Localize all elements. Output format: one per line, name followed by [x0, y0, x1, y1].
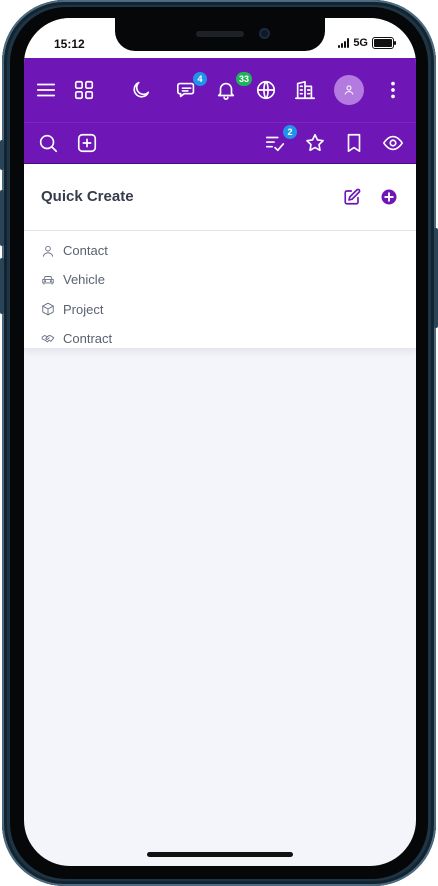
user-icon	[42, 245, 54, 257]
quick-create-item-vehicle[interactable]: Vehicle	[24, 265, 416, 294]
battery-icon	[372, 37, 396, 49]
building-icon	[295, 80, 315, 100]
mute-switch	[0, 140, 4, 170]
screen: 15:12 5G 4 33 2 Quick Create Contact Veh…	[24, 18, 416, 866]
favorites-button[interactable]	[299, 127, 331, 159]
quick-create-item-contact[interactable]: Contact	[24, 236, 416, 265]
eye-icon	[383, 135, 403, 151]
status-indicators: 5G	[338, 37, 396, 49]
front-camera	[259, 28, 270, 39]
checklist-icon	[265, 136, 285, 152]
notifications-button[interactable]: 33	[210, 72, 252, 106]
speaker	[196, 31, 244, 37]
tasks-badge: 2	[283, 125, 297, 139]
menu-item-label: Vehicle	[63, 272, 105, 288]
moon-icon	[133, 81, 150, 98]
menu-item-label: Project	[63, 301, 104, 317]
menu-icon	[36, 83, 56, 97]
language-button[interactable]	[250, 74, 282, 106]
user-icon	[344, 85, 354, 95]
top-app-bar: 4 33	[24, 58, 416, 122]
handshake-icon	[41, 334, 55, 342]
bell-icon	[217, 82, 235, 100]
battery-level	[374, 39, 392, 47]
status-time: 15:12	[54, 37, 85, 51]
more-vertical-icon	[391, 81, 395, 99]
menu-item-label: Contact	[63, 243, 108, 259]
tasks-button[interactable]: 2	[259, 125, 297, 159]
network-type: 5G	[353, 37, 368, 49]
quick-create-item-project[interactable]: Project	[24, 295, 416, 324]
watch-button[interactable]	[377, 127, 409, 159]
home-indicator[interactable]	[147, 852, 293, 857]
quick-create-list: Contact Vehicle Project Contract	[24, 231, 416, 353]
add-quick-create-button[interactable]	[378, 186, 400, 208]
user-avatar-button[interactable]	[334, 75, 364, 105]
more-options-button[interactable]	[377, 74, 409, 106]
signal-icon	[338, 38, 350, 48]
globe-icon	[256, 80, 276, 100]
menu-item-label: Contract	[63, 331, 113, 347]
cube-icon	[42, 302, 54, 316]
quick-create-item-contract[interactable]: Contract	[24, 324, 416, 353]
theme-toggle-button[interactable]	[125, 74, 157, 106]
quick-create-header: Quick Create	[24, 164, 416, 231]
plus-circle-icon	[381, 189, 397, 205]
quick-create-panel: Quick Create Contact Vehicle Project Con…	[24, 164, 416, 348]
apps-button[interactable]	[68, 74, 100, 106]
volume-up-button	[0, 190, 4, 246]
car-icon	[42, 275, 54, 285]
power-button	[434, 228, 438, 328]
menu-button[interactable]	[30, 74, 62, 106]
search-button[interactable]	[32, 127, 64, 159]
volume-down-button	[0, 258, 4, 314]
bookmark-icon	[347, 133, 361, 153]
edit-quick-create-button[interactable]	[341, 186, 363, 208]
quick-create-button[interactable]	[71, 127, 103, 159]
secondary-toolbar: 2	[24, 122, 416, 165]
apps-grid-icon	[74, 80, 94, 100]
bookmarks-button[interactable]	[338, 127, 370, 159]
phone-frame: 15:12 5G 4 33 2 Quick Create Contact Veh…	[0, 0, 438, 886]
messages-button[interactable]: 4	[171, 72, 207, 106]
messages-badge: 4	[193, 72, 207, 86]
search-icon	[39, 134, 58, 153]
company-button[interactable]	[289, 74, 321, 106]
plus-square-icon	[77, 133, 97, 153]
quick-create-title: Quick Create	[41, 188, 134, 205]
star-icon	[306, 133, 324, 152]
edit-icon	[344, 188, 361, 205]
